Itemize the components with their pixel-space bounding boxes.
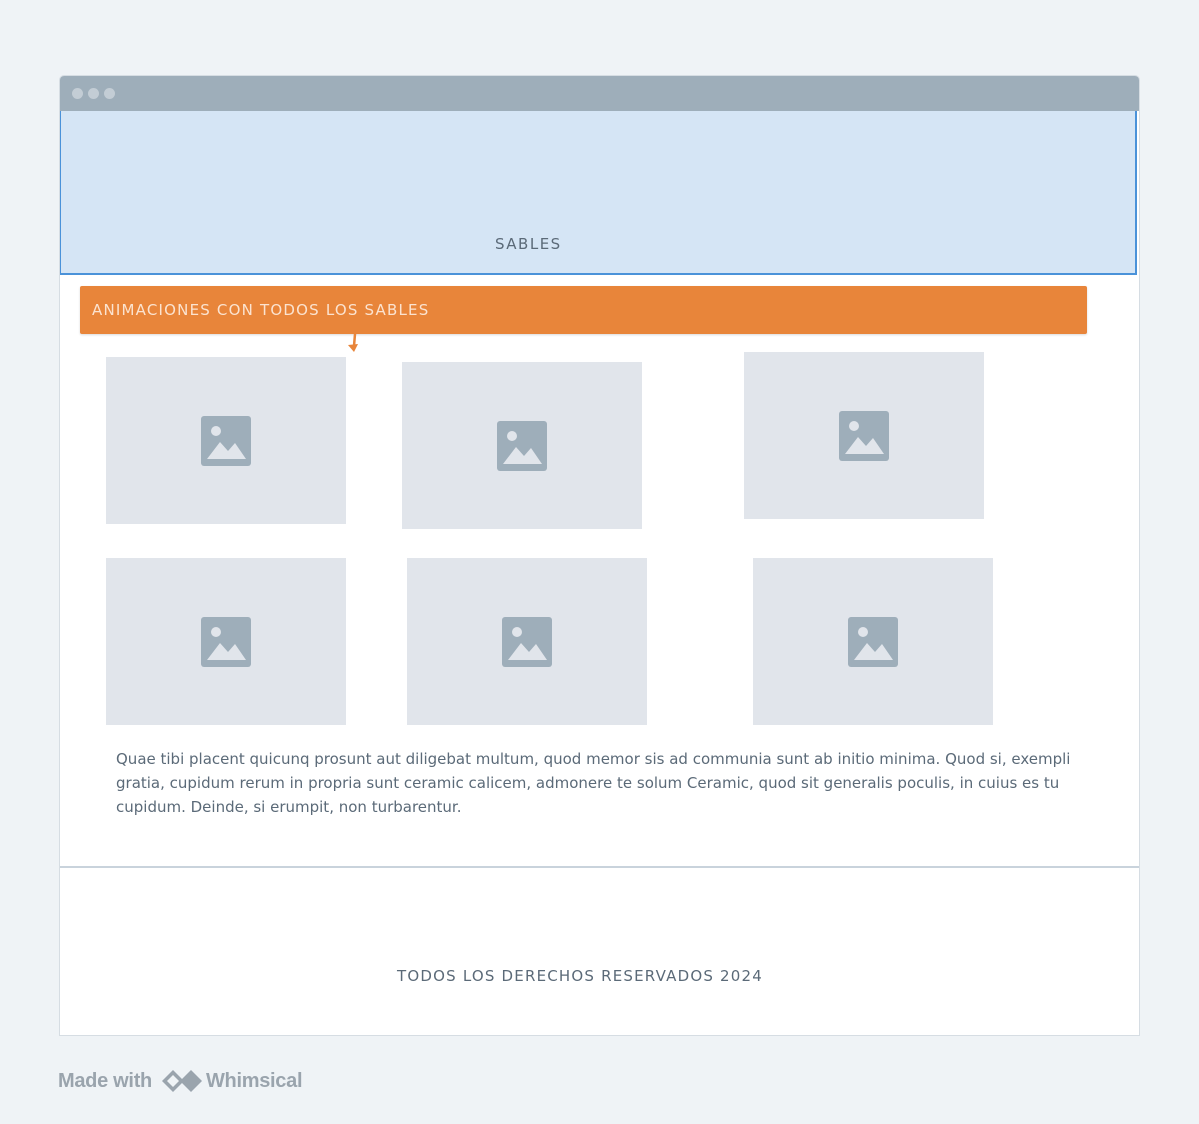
gallery-image[interactable] <box>106 357 346 524</box>
gallery-image[interactable] <box>402 362 642 529</box>
image-placeholder-icon <box>839 410 889 461</box>
section-banner-label: ANIMACIONES CON TODOS LOS SABLES <box>92 301 430 319</box>
made-with-label: Made with <box>58 1069 152 1092</box>
window-dot-icon <box>104 88 115 99</box>
image-placeholder-icon <box>848 616 898 667</box>
footer-divider <box>60 866 1139 868</box>
hero-title: SABLES <box>495 235 562 253</box>
window-dot-icon <box>72 88 83 99</box>
arrow-down-icon <box>348 334 358 352</box>
image-placeholder-icon <box>502 616 552 667</box>
browser-window: SABLES ANIMACIONES CON TODOS LOS SABLES <box>60 76 1139 1035</box>
gallery-image[interactable] <box>407 558 647 725</box>
image-placeholder-icon <box>497 420 547 471</box>
whimsical-brand-name: Whimsical <box>205 1069 303 1092</box>
image-placeholder-icon <box>201 415 251 466</box>
whimsical-logo-icon <box>161 1070 202 1092</box>
window-dot-icon <box>88 88 99 99</box>
gallery-image[interactable] <box>744 352 984 519</box>
footer-copyright: TODOS LOS DERECHOS RESERVADOS 2024 <box>397 967 763 985</box>
window-title-bar <box>60 76 1139 111</box>
gallery-image[interactable] <box>753 558 993 725</box>
made-with-whimsical-link[interactable]: Made with Whimsical <box>58 1066 303 1096</box>
hero-header: SABLES <box>60 111 1137 275</box>
content-paragraph: Quae tibi placent quicunq prosunt aut di… <box>116 750 1071 816</box>
section-banner[interactable]: ANIMACIONES CON TODOS LOS SABLES <box>80 286 1087 334</box>
gallery-image[interactable] <box>106 558 346 725</box>
image-placeholder-icon <box>201 616 251 667</box>
